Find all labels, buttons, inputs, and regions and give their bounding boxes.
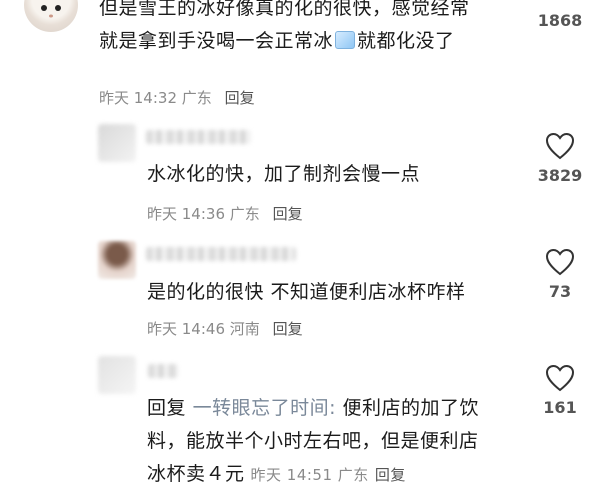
comment-text: 但是雪王的冰好像真的化的很快，感觉经常 就是拿到手没喝一会正常冰 就都化没了 — [99, 0, 470, 52]
like-count: 73 — [548, 282, 572, 301]
comment-text: 是的化的很快 不知道便利店冰杯咋样 — [147, 281, 466, 303]
location: 广东 — [337, 466, 369, 484]
mention-link[interactable]: 一转眼忘了时间: — [193, 397, 336, 419]
comment-meta: 昨天 14:51 广东 回复 — [251, 466, 406, 484]
like-count: 1868 — [537, 11, 583, 30]
heart-icon — [545, 132, 575, 160]
reply-button[interactable]: 回复 — [375, 466, 406, 484]
ice-cube-icon — [335, 31, 356, 49]
heart-icon — [545, 364, 575, 392]
avatar[interactable] — [98, 124, 136, 162]
cat-avatar-icon — [41, 5, 61, 18]
comment-meta: 昨天 14:32 广东 回复 — [99, 87, 255, 108]
like-button[interactable]: 3829 — [530, 132, 590, 185]
like-button[interactable]: 73 — [530, 248, 590, 301]
like-count: 3829 — [537, 166, 583, 185]
reply-button[interactable]: 回复 — [273, 320, 303, 338]
timestamp: 昨天 14:32 — [99, 89, 177, 107]
heart-icon — [545, 248, 575, 276]
location: 河南 — [229, 320, 260, 338]
like-button[interactable]: 161 — [530, 364, 590, 417]
like-count: 161 — [543, 398, 577, 417]
comment-meta: 昨天 14:36 广东 回复 — [147, 203, 303, 224]
username-blurred — [146, 130, 251, 144]
location: 广东 — [229, 205, 260, 223]
timestamp: 昨天 14:46 — [147, 320, 225, 338]
comment-meta: 昨天 14:46 河南 回复 — [147, 318, 303, 339]
username-blurred — [148, 364, 178, 378]
avatar[interactable] — [98, 356, 136, 394]
comment-text: 水冰化的快，加了制剂会慢一点 — [147, 163, 421, 185]
timestamp: 昨天 14:36 — [147, 205, 225, 223]
avatar[interactable] — [98, 241, 136, 279]
reply-prefix: 回复 — [147, 397, 187, 419]
like-button[interactable]: 1868 — [530, 0, 590, 30]
timestamp: 昨天 14:51 — [250, 466, 333, 484]
reply-button[interactable]: 回复 — [273, 205, 303, 223]
reply-button[interactable]: 回复 — [225, 89, 255, 107]
username-blurred — [146, 247, 296, 261]
comment-text: 回复 一转眼忘了时间: 便利店的加了饮 料，能放半个小时左右吧，但是便利店 冰杯… — [147, 397, 480, 485]
avatar[interactable] — [24, 0, 78, 32]
location: 广东 — [181, 89, 212, 107]
